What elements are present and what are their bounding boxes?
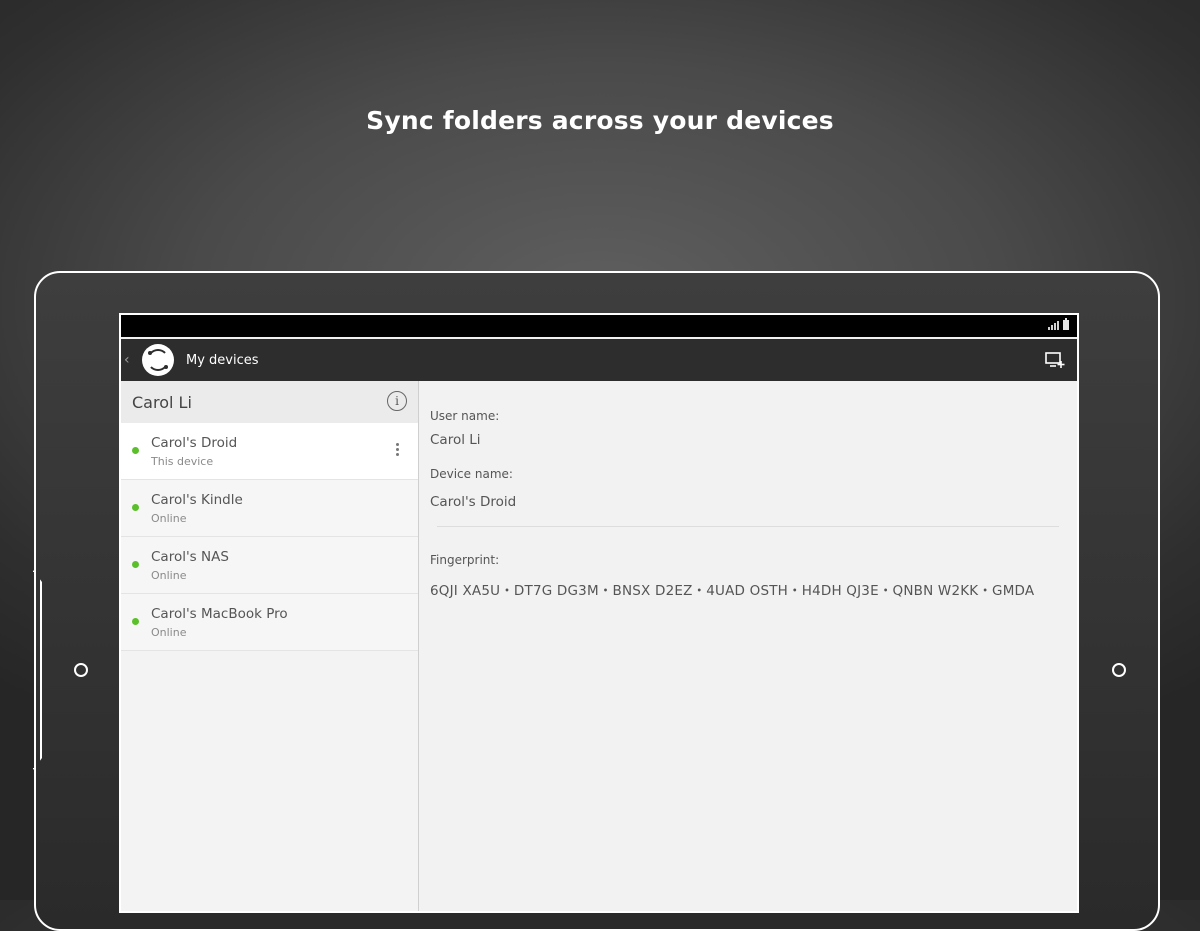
device-item-carols-kindle[interactable]: Carol's Kindle Online: [121, 480, 418, 537]
device-name-value: Carol's Droid: [430, 494, 517, 510]
signal-icon: [1048, 320, 1059, 330]
fingerprint-label: Fingerprint:: [430, 553, 500, 567]
device-name: Carol's Kindle: [151, 492, 243, 508]
app-bar: ‹ My devices: [121, 339, 1077, 381]
overflow-menu-icon[interactable]: [396, 443, 400, 458]
device-list-pane: Carol Li i Carol's Droid This device Car…: [121, 381, 419, 911]
tablet-side-button: [33, 570, 42, 770]
device-name: Carol's Droid: [151, 435, 238, 451]
device-status: Online: [151, 512, 187, 525]
details-divider: [437, 526, 1059, 527]
user-header: Carol Li i: [121, 381, 418, 423]
tablet-left-sensor: [74, 663, 88, 677]
status-bar: [121, 315, 1077, 337]
device-status: This device: [151, 455, 214, 468]
battery-icon: [1063, 318, 1069, 330]
device-name: Carol's MacBook Pro: [151, 606, 288, 622]
device-status: Online: [151, 569, 187, 582]
app-bar-title: My devices: [186, 352, 259, 368]
online-status-icon: [132, 618, 139, 625]
device-item-carols-nas[interactable]: Carol's NAS Online: [121, 537, 418, 594]
user-name-label: User name:: [430, 409, 500, 423]
device-item-carols-macbook-pro[interactable]: Carol's MacBook Pro Online: [121, 594, 418, 651]
device-name-label: Device name:: [430, 467, 513, 481]
online-status-icon: [132, 504, 139, 511]
device-details-pane: User name: Carol Li Device name: Carol's…: [419, 381, 1077, 911]
tablet-right-sensor: [1112, 663, 1126, 677]
fingerprint-value: 6QJI XA5U・DT7G DG3M・BNSX D2EZ・4UAD OSTH・…: [430, 583, 1035, 599]
user-name: Carol Li: [132, 393, 192, 412]
online-status-icon: [132, 561, 139, 568]
device-item-carols-droid[interactable]: Carol's Droid This device: [121, 423, 418, 480]
add-device-icon[interactable]: [1045, 351, 1065, 369]
headline: Sync folders across your devices: [366, 106, 834, 135]
user-name-value: Carol Li: [430, 432, 481, 448]
device-name: Carol's NAS: [151, 549, 229, 565]
online-status-icon: [132, 447, 139, 454]
tablet-screen: ‹ My devices Carol Li i Carol's Droid Th…: [119, 313, 1079, 913]
sync-logo-icon[interactable]: [142, 344, 174, 376]
back-icon[interactable]: ‹: [124, 352, 138, 368]
info-icon[interactable]: i: [387, 391, 407, 411]
device-status: Online: [151, 626, 187, 639]
